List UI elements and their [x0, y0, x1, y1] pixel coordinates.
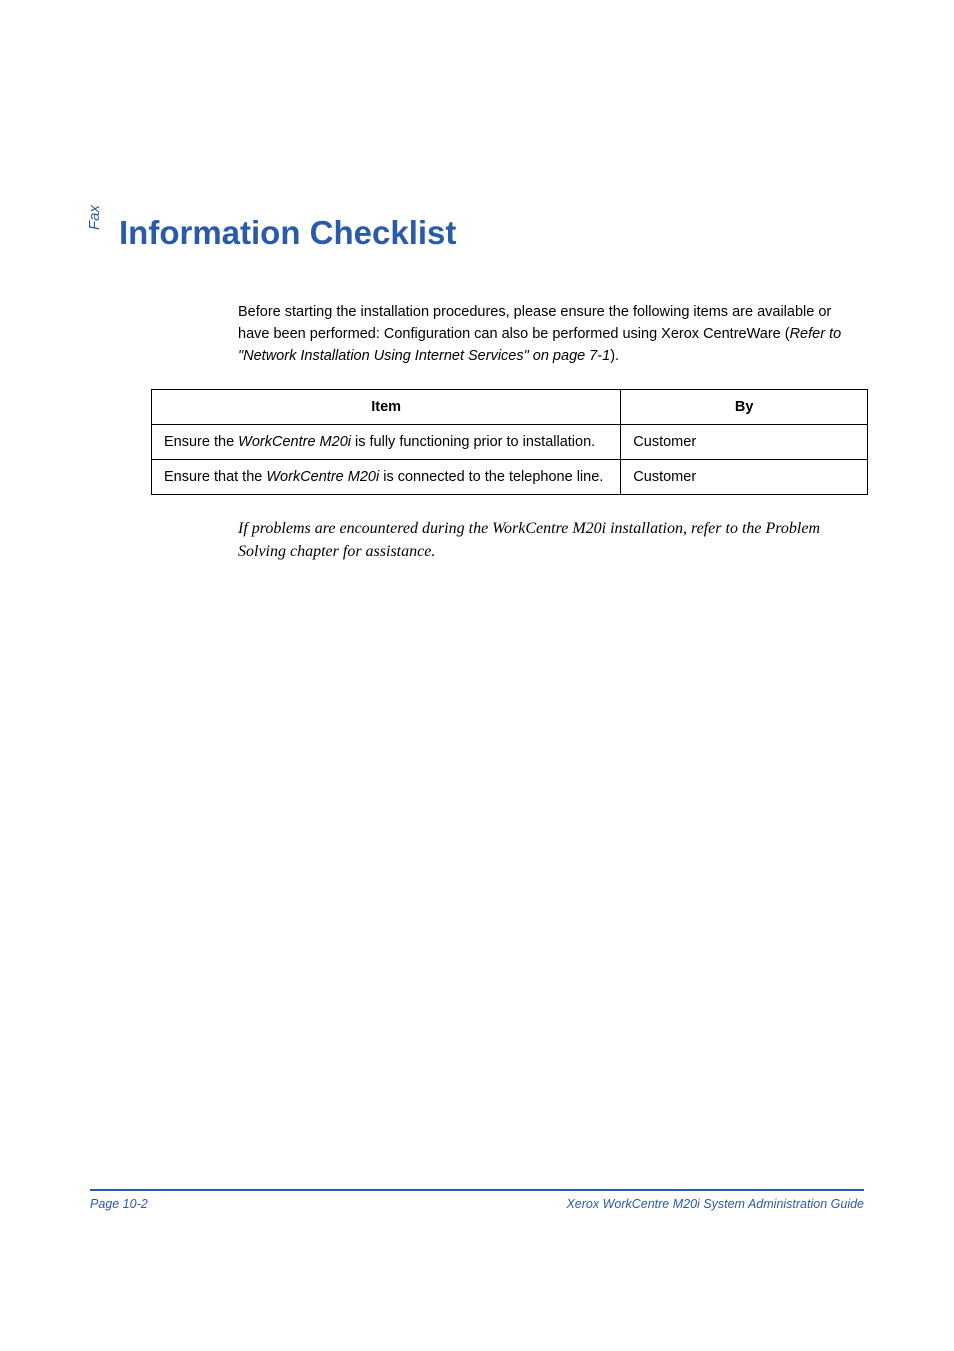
side-section-label: Fax	[86, 205, 103, 230]
item-post: is connected to the telephone line.	[379, 469, 603, 485]
table-header-row: Item By	[152, 390, 868, 425]
page-footer: Page 10-2 Xerox WorkCentre M20i System A…	[90, 1189, 864, 1211]
product-name: WorkCentre M20i	[266, 469, 379, 485]
note-paragraph: If problems are encountered during the W…	[238, 517, 844, 563]
intro-post-text: ).	[610, 348, 619, 364]
item-cell: Ensure that the WorkCentre M20i is conne…	[152, 460, 621, 495]
item-post: is fully functioning prior to installati…	[351, 434, 595, 450]
intro-paragraph: Before starting the installation procedu…	[238, 302, 844, 367]
by-cell: Customer	[621, 425, 868, 460]
checklist-table: Item By Ensure the WorkCentre M20i is fu…	[151, 389, 868, 495]
document-page: Fax Information Checklist Before startin…	[0, 0, 954, 1351]
item-pre: Ensure that the	[164, 469, 266, 485]
header-by: By	[621, 390, 868, 425]
item-pre: Ensure the	[164, 434, 238, 450]
item-cell: Ensure the WorkCentre M20i is fully func…	[152, 425, 621, 460]
table-row: Ensure that the WorkCentre M20i is conne…	[152, 460, 868, 495]
product-name: WorkCentre M20i	[238, 434, 351, 450]
footer-doc-title: Xerox WorkCentre M20i System Administrat…	[566, 1197, 864, 1211]
by-cell: Customer	[621, 460, 868, 495]
header-item: Item	[152, 390, 621, 425]
footer-page-number: Page 10-2	[90, 1197, 148, 1211]
table-row: Ensure the WorkCentre M20i is fully func…	[152, 425, 868, 460]
intro-pre-text: Before starting the installation procedu…	[238, 304, 831, 342]
page-title: Information Checklist	[119, 214, 864, 252]
